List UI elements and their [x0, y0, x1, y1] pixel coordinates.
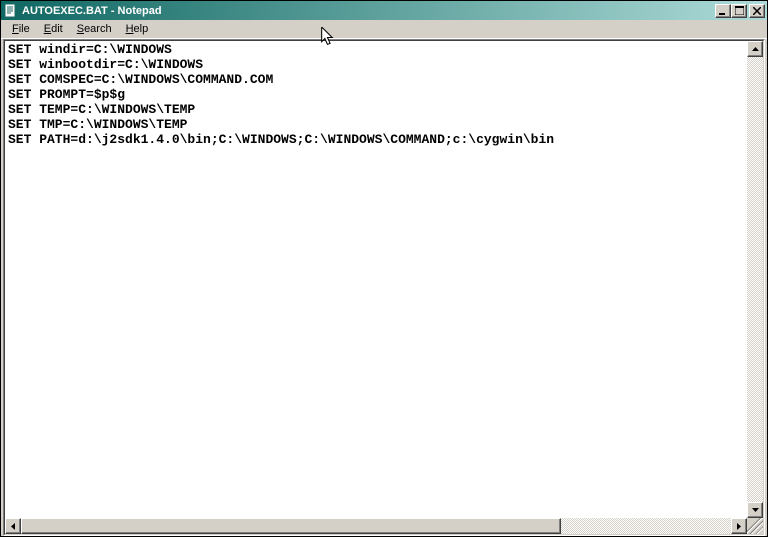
menu-help[interactable]: Help	[119, 21, 156, 37]
scroll-up-button[interactable]	[747, 41, 763, 57]
menu-bar: File Edit Search Help	[1, 20, 767, 39]
scroll-left-button[interactable]	[5, 518, 21, 534]
text-editor[interactable]: SET windir=C:\WINDOWS SET winbootdir=C:\…	[5, 41, 747, 518]
notepad-icon	[3, 3, 19, 19]
menu-search[interactable]: Search	[70, 21, 119, 37]
menu-edit[interactable]: Edit	[37, 21, 70, 37]
window-title: AUTOEXEC.BAT - Notepad	[22, 5, 715, 17]
scroll-down-button[interactable]	[747, 502, 763, 518]
title-bar[interactable]: AUTOEXEC.BAT - Notepad	[1, 1, 767, 20]
horizontal-scroll-thumb[interactable]	[21, 518, 561, 534]
client-area: SET windir=C:\WINDOWS SET winbootdir=C:\…	[1, 39, 767, 536]
scroll-right-button[interactable]	[731, 518, 747, 534]
vertical-scrollbar[interactable]	[747, 41, 763, 518]
menu-file[interactable]: File	[5, 21, 37, 37]
size-grip[interactable]	[747, 518, 763, 534]
window-controls	[715, 4, 765, 18]
editor-border: SET windir=C:\WINDOWS SET winbootdir=C:\…	[3, 39, 765, 536]
close-button[interactable]	[749, 4, 765, 18]
maximize-button[interactable]	[731, 4, 747, 18]
minimize-button[interactable]	[715, 4, 731, 18]
notepad-window: AUTOEXEC.BAT - Notepad File Edit Search …	[0, 0, 768, 537]
horizontal-scrollbar[interactable]	[5, 518, 747, 534]
